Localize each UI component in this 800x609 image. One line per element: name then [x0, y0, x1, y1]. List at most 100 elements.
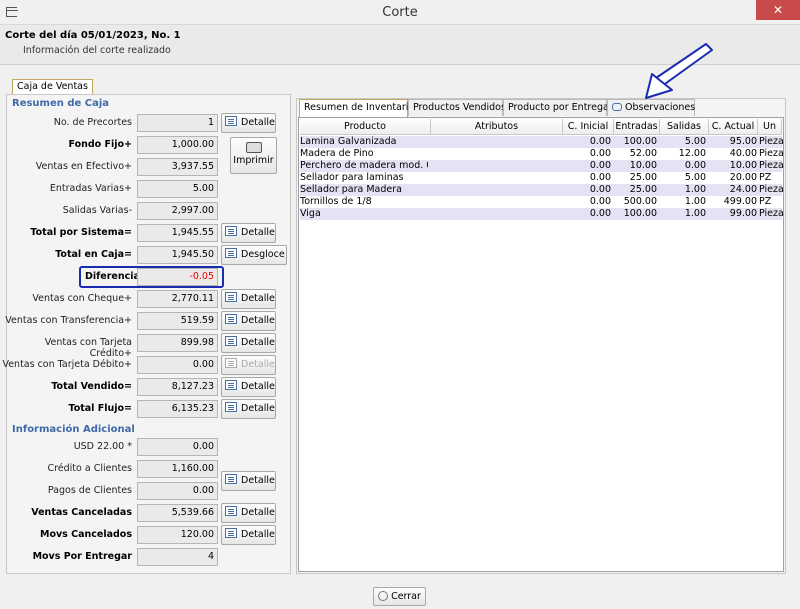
button-label: Detalle	[241, 403, 275, 414]
table-row[interactable]: Sellador para Madera 0.00 25.00 1.00 24.00 Pi…	[300, 184, 783, 196]
button-label: Desgloce	[241, 249, 285, 260]
caja-row-label: Ventas con Tarjeta Crédito+	[44, 337, 132, 359]
diferencia-highlight	[79, 266, 224, 288]
table-cell: Lamina Galvanizada	[300, 136, 397, 147]
table-cell: PZ	[759, 196, 772, 207]
desgloce-button[interactable]: Desgloce	[221, 245, 287, 265]
column-header[interactable]: Salidas	[660, 119, 709, 135]
column-header[interactable]: C. Actual	[709, 119, 758, 135]
imprimir-button[interactable]: Imprimir	[230, 137, 277, 174]
column-header[interactable]: Atributos	[431, 119, 563, 135]
table-cell: Pieza	[759, 148, 783, 159]
table-cell: 1.00	[684, 184, 706, 195]
window-title: Corte	[382, 5, 418, 20]
table-row[interactable]: Tornillos de 1/8 0.00 500.00 1.00 499.00 PZ	[300, 196, 782, 208]
cerrar-button[interactable]: Cerrar	[373, 587, 426, 606]
table-cell: 0.00	[684, 160, 706, 171]
caja-row-value: 2,770.11	[137, 290, 218, 308]
caja-row-value: 8,127.23	[137, 378, 218, 396]
list-icon	[225, 402, 237, 412]
detalle-flujo-button[interactable]: Detalle	[221, 399, 276, 419]
column-header[interactable]: Producto	[300, 119, 431, 135]
table-cell: 0.00	[589, 136, 611, 147]
button-label: Detalle	[241, 475, 275, 486]
table-cell: 1.00	[684, 196, 706, 207]
column-header[interactable]: Un	[758, 119, 782, 135]
table-cell: Pieza	[759, 208, 783, 219]
caja-row-label: Total por Sistema=	[30, 227, 132, 238]
caja-row-value: 3,937.55	[137, 158, 218, 176]
table-row[interactable]: Viga 0.00 100.00 1.00 99.00 Pieza	[300, 208, 783, 220]
header-title: Corte del día 05/01/2023, No. 1	[5, 30, 181, 41]
table-cell: 10.00	[629, 160, 657, 171]
detalle-debito-button[interactable]: Detalle	[221, 355, 276, 375]
table-cell: PZ	[759, 172, 772, 183]
detalle-transferencia-button[interactable]: Detalle	[221, 311, 276, 331]
tab-producto-por-entregar[interactable]: Producto por Entregar	[503, 99, 613, 116]
section-resumen-de-caja: Resumen de Caja	[12, 98, 110, 109]
table-cell: 12.00	[678, 148, 706, 159]
caja-row-label: Ventas con Cheque+	[32, 293, 132, 304]
info-row-label: Movs Por Entregar	[32, 551, 132, 562]
tab-resumen-de-inventario[interactable]: Resumen de Inventario	[299, 99, 414, 117]
table-cell: Viga	[300, 208, 321, 219]
detalle-credito-button[interactable]: Detalle	[221, 333, 276, 353]
table-cell: 5.00	[684, 136, 706, 147]
table-cell: 0.00	[589, 172, 611, 183]
caja-row-value: 2,997.00	[137, 202, 218, 220]
column-header[interactable]: Entradas	[614, 119, 660, 135]
table-cell: 24.00	[729, 184, 757, 195]
button-label: Detalle	[241, 381, 275, 392]
list-icon	[225, 528, 237, 538]
list-icon	[225, 116, 237, 126]
list-icon	[225, 506, 237, 516]
detalle-canceladas-button[interactable]: Detalle	[221, 503, 276, 523]
info-row-label: Crédito a Clientes	[47, 463, 132, 474]
table-cell: Pieza	[759, 184, 783, 195]
table-row[interactable]: Madera de Pino 0.00 52.00 12.00 40.00 Pieza	[300, 148, 783, 160]
button-label: Detalle	[241, 359, 275, 370]
tab-label: Productos Vendidos	[413, 102, 506, 113]
caja-row-label: Ventas en Efectivo+	[35, 161, 132, 172]
table-cell: 40.00	[729, 148, 757, 159]
table-cell: 1.00	[684, 208, 706, 219]
table-row[interactable]: Perchero de madera mod. 0... 0.00 10.00 0.0…	[300, 160, 783, 172]
table-cell: Pieza	[759, 160, 783, 171]
button-label: Detalle	[241, 315, 275, 326]
caja-row-label: Ventas con Tarjeta Débito+	[2, 359, 132, 370]
list-icon	[225, 380, 237, 390]
table-row[interactable]: Sellador para laminas 0.00 25.00 5.00 20.00 P…	[300, 172, 782, 184]
caja-row-label: Total Flujo=	[68, 403, 132, 414]
tab-productos-vendidos[interactable]: Productos Vendidos	[408, 99, 506, 116]
info-row-value: 4	[137, 548, 218, 566]
caja-row-value: 1,945.55	[137, 224, 218, 242]
table-row[interactable]: Lamina Galvanizada 0.00 100.00 5.00 95.00 Pie…	[300, 136, 783, 148]
button-label: Detalle	[241, 507, 275, 518]
tab-caja-de-ventas[interactable]: Caja de Ventas	[12, 79, 93, 95]
info-row-label: Ventas Canceladas	[31, 507, 132, 518]
button-label: Detalle	[241, 337, 275, 348]
table-cell: 5.00	[684, 172, 706, 183]
detalle-cheque-button[interactable]: Detalle	[221, 289, 276, 309]
detalle-clientes-button[interactable]: Detalle	[221, 471, 276, 491]
close-icon: ✕	[772, 3, 784, 17]
caja-row-label: Fondo Fijo+	[68, 139, 132, 150]
column-header[interactable]: C. Inicial	[563, 119, 614, 135]
detalle-movs-button[interactable]: Detalle	[221, 525, 276, 545]
detalle-vendido-button[interactable]: Detalle	[221, 377, 276, 397]
caja-row-label: Total Vendido=	[51, 381, 132, 392]
tab-label: Producto por Entregar	[508, 102, 613, 113]
arrow-annotation-icon	[645, 43, 713, 99]
table-cell: 500.00	[623, 196, 657, 207]
table-cell: 499.00	[723, 196, 757, 207]
list-icon	[225, 314, 237, 324]
list-icon	[225, 248, 237, 258]
button-label: Detalle	[241, 293, 275, 304]
table-cell: Madera de Pino	[300, 148, 374, 159]
table-cell: Sellador para Madera	[300, 184, 402, 195]
close-window-button[interactable]: ✕	[756, 0, 800, 20]
detalle-sistema-button[interactable]: Detalle	[221, 223, 276, 243]
detalle-precortes-button[interactable]: Detalle	[221, 113, 276, 133]
table-cell: 25.00	[629, 172, 657, 183]
info-row-label: Movs Cancelados	[39, 529, 132, 540]
